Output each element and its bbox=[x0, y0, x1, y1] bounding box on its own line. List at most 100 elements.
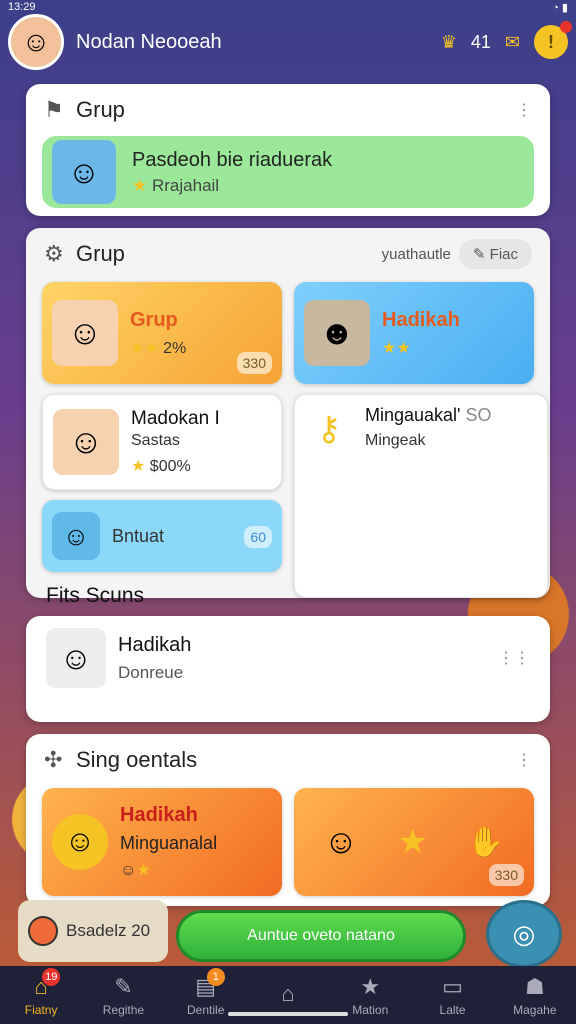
banner-subtitle-text: Rrajahail bbox=[151, 175, 220, 195]
star-icon: ★ bbox=[131, 458, 146, 475]
invite-badge: 60 bbox=[244, 526, 272, 548]
face-icon: ☺ bbox=[323, 822, 359, 861]
bonus-label: Bsadelz 20 bbox=[66, 921, 151, 940]
reward-title: Mingauakal' SO bbox=[365, 405, 492, 426]
group-icon: ⚑ bbox=[44, 97, 64, 122]
level-value: 41 bbox=[470, 31, 491, 52]
star-icon: ★★ bbox=[382, 339, 411, 357]
star-icon: ★ bbox=[397, 823, 428, 861]
tab-magahe-label: Magahe bbox=[513, 1002, 557, 1017]
thumbs-up-icon: ✋ bbox=[467, 825, 505, 859]
smile-icon: ☺ bbox=[120, 862, 137, 879]
person-icon: ☗ bbox=[524, 973, 545, 999]
invite-avatar: ☺ bbox=[52, 512, 100, 560]
banner-title: Pasdeoh bie riaduerak bbox=[132, 148, 333, 171]
more-icon[interactable]: ⋮ bbox=[516, 100, 532, 120]
more-icon[interactable]: ⋮ bbox=[516, 750, 532, 770]
invite-label: Bntuat bbox=[112, 525, 165, 546]
edit-icon: ✎ bbox=[472, 246, 486, 263]
star-icon: ★ bbox=[136, 862, 151, 879]
primary-action-button[interactable]: Auntue oveto natano bbox=[176, 910, 466, 962]
group-card-badge: 330 bbox=[236, 352, 272, 374]
tab-home-label: Fiatny bbox=[24, 1002, 58, 1017]
group-card-percent: 2% bbox=[163, 339, 187, 357]
member-role: Sastas bbox=[131, 432, 180, 449]
camera-button[interactable]: ◎ bbox=[486, 900, 562, 968]
reward-subtitle: Mingeak bbox=[365, 432, 426, 449]
trophy-icon[interactable]: ♛ bbox=[441, 32, 457, 53]
hadikah-card-image: ☻ bbox=[304, 300, 370, 366]
group-panel: ⚑ Grup ⋮ ☺ Pasdeoh bie riaduerak ★ Rraja… bbox=[26, 84, 550, 216]
house-icon: ⌂ bbox=[281, 980, 295, 1006]
member-stat: ★ $00% bbox=[131, 456, 220, 476]
tab-magahe[interactable]: ☗ Magahe bbox=[494, 966, 576, 1024]
filter-toggle[interactable]: ✎ Fiac bbox=[458, 239, 532, 269]
star-icon: ★★ bbox=[130, 339, 159, 357]
group-card-rating: ★★ 2% bbox=[130, 338, 186, 358]
tab-dentile-label: Dentile bbox=[187, 1002, 225, 1017]
hadikah-card[interactable]: ☻ Hadikah ★★ bbox=[294, 282, 534, 384]
group-panel-title: Grup bbox=[76, 97, 125, 122]
username: Nodan Neooeah bbox=[76, 30, 222, 53]
group-panel-header: ⚑ Grup ⋮ bbox=[26, 84, 550, 136]
member-name: Madokan I bbox=[131, 408, 220, 429]
member-stat-value: $00% bbox=[149, 458, 191, 475]
member-card[interactable]: ☺ Madokan I Sastas ★ $00% bbox=[42, 394, 282, 490]
tab-home-badge: 19 bbox=[42, 968, 61, 986]
hadikah-avatar: ☺ bbox=[46, 628, 106, 688]
group-icon: ⚙ bbox=[44, 241, 64, 266]
section-title: Fits Scuns bbox=[46, 584, 145, 607]
tab-lalte-label: Lalte bbox=[439, 1002, 466, 1017]
ball-icon bbox=[28, 916, 58, 946]
group-card-title: Grup bbox=[130, 308, 178, 331]
tab-mation-label: Mation bbox=[352, 1002, 389, 1017]
sticker-card[interactable]: ☺ ★ ✋ 330 bbox=[294, 788, 534, 896]
puzzle-icon: ✣ bbox=[44, 747, 63, 772]
tab-dentile-badge: 1 bbox=[206, 968, 225, 986]
emoji-icon: ☺ bbox=[52, 814, 108, 870]
banner-thumbnail: ☺ bbox=[52, 140, 116, 204]
filter-toggle-label: Fiac bbox=[489, 246, 518, 263]
hadikah-card-rating: ★★ bbox=[382, 338, 460, 358]
notification-dot bbox=[560, 21, 572, 33]
reward-card[interactable]: ⚷ Mingauakal' SO Mingeak bbox=[294, 394, 548, 598]
tab-regithe[interactable]: ✎ Regithe bbox=[82, 966, 164, 1024]
folder-icon: ▭ bbox=[442, 973, 463, 999]
notification-coin[interactable]: ! bbox=[534, 21, 572, 59]
reward-title-text: Mingauakal' bbox=[365, 405, 461, 425]
tab-regithe-label: Regithe bbox=[102, 1002, 145, 1017]
hadikah-title: Hadikah bbox=[118, 633, 192, 656]
top-icons: ♛ 41 ✉ ! bbox=[441, 21, 572, 59]
event-card[interactable]: ☺ Hadikah Minguanalal ☺★ bbox=[42, 788, 282, 896]
pencil-icon: ✎ bbox=[114, 973, 133, 999]
events-panel-title: Sing oentals bbox=[76, 747, 198, 772]
group-banner[interactable]: ☺ Pasdeoh bie riaduerak ★ Rrajahail bbox=[42, 136, 534, 208]
home-indicator bbox=[228, 1012, 348, 1016]
reward-extra: SO bbox=[465, 405, 492, 425]
filter-label: yuathautle bbox=[381, 245, 451, 263]
avatar[interactable]: ☺ bbox=[8, 14, 64, 70]
gift-icon[interactable]: ✉ bbox=[505, 32, 520, 53]
bonus-button[interactable]: Bsadelz 20 bbox=[18, 900, 168, 962]
member-avatar: ☺ bbox=[53, 409, 119, 475]
options-icon[interactable]: ⋮⋮ bbox=[498, 648, 530, 668]
invite-card[interactable]: ☺ Bntuat 60 bbox=[42, 500, 282, 572]
group-card[interactable]: ☺ Grup ★★ 2% 330 bbox=[42, 282, 282, 384]
tab-lalte[interactable]: ▭ Lalte bbox=[411, 966, 493, 1024]
tab-bar: ⌂ Fiatny 19 ✎ Regithe ▤ Dentile 1 ⌂ ★ Ma… bbox=[0, 966, 576, 1024]
event-card-icons: ☺★ bbox=[120, 860, 217, 880]
star-icon: ★ bbox=[132, 175, 148, 195]
tab-home[interactable]: ⌂ Fiatny 19 bbox=[0, 966, 82, 1024]
event-card-title: Hadikah bbox=[120, 804, 198, 826]
top-bar: ☺ Nodan Neooeah ♛ 41 ✉ ! bbox=[8, 10, 572, 74]
group-list-title: Grup bbox=[76, 241, 125, 266]
star-icon: ★ bbox=[360, 973, 381, 999]
key-icon: ⚷ bbox=[316, 410, 342, 448]
sticker-card-badge: 330 bbox=[488, 864, 524, 886]
group-card-image: ☺ bbox=[52, 300, 118, 366]
hadikah-panel[interactable]: ☺ Hadikah Donreue ⋮⋮ bbox=[26, 616, 550, 722]
hadikah-card-title: Hadikah bbox=[382, 308, 460, 331]
group-list-header: ⚙ Grup yuathautle ✎ Fiac bbox=[26, 228, 550, 280]
hadikah-subtitle: Donreue bbox=[118, 662, 184, 682]
banner-subtitle: ★ Rrajahail bbox=[132, 176, 332, 196]
